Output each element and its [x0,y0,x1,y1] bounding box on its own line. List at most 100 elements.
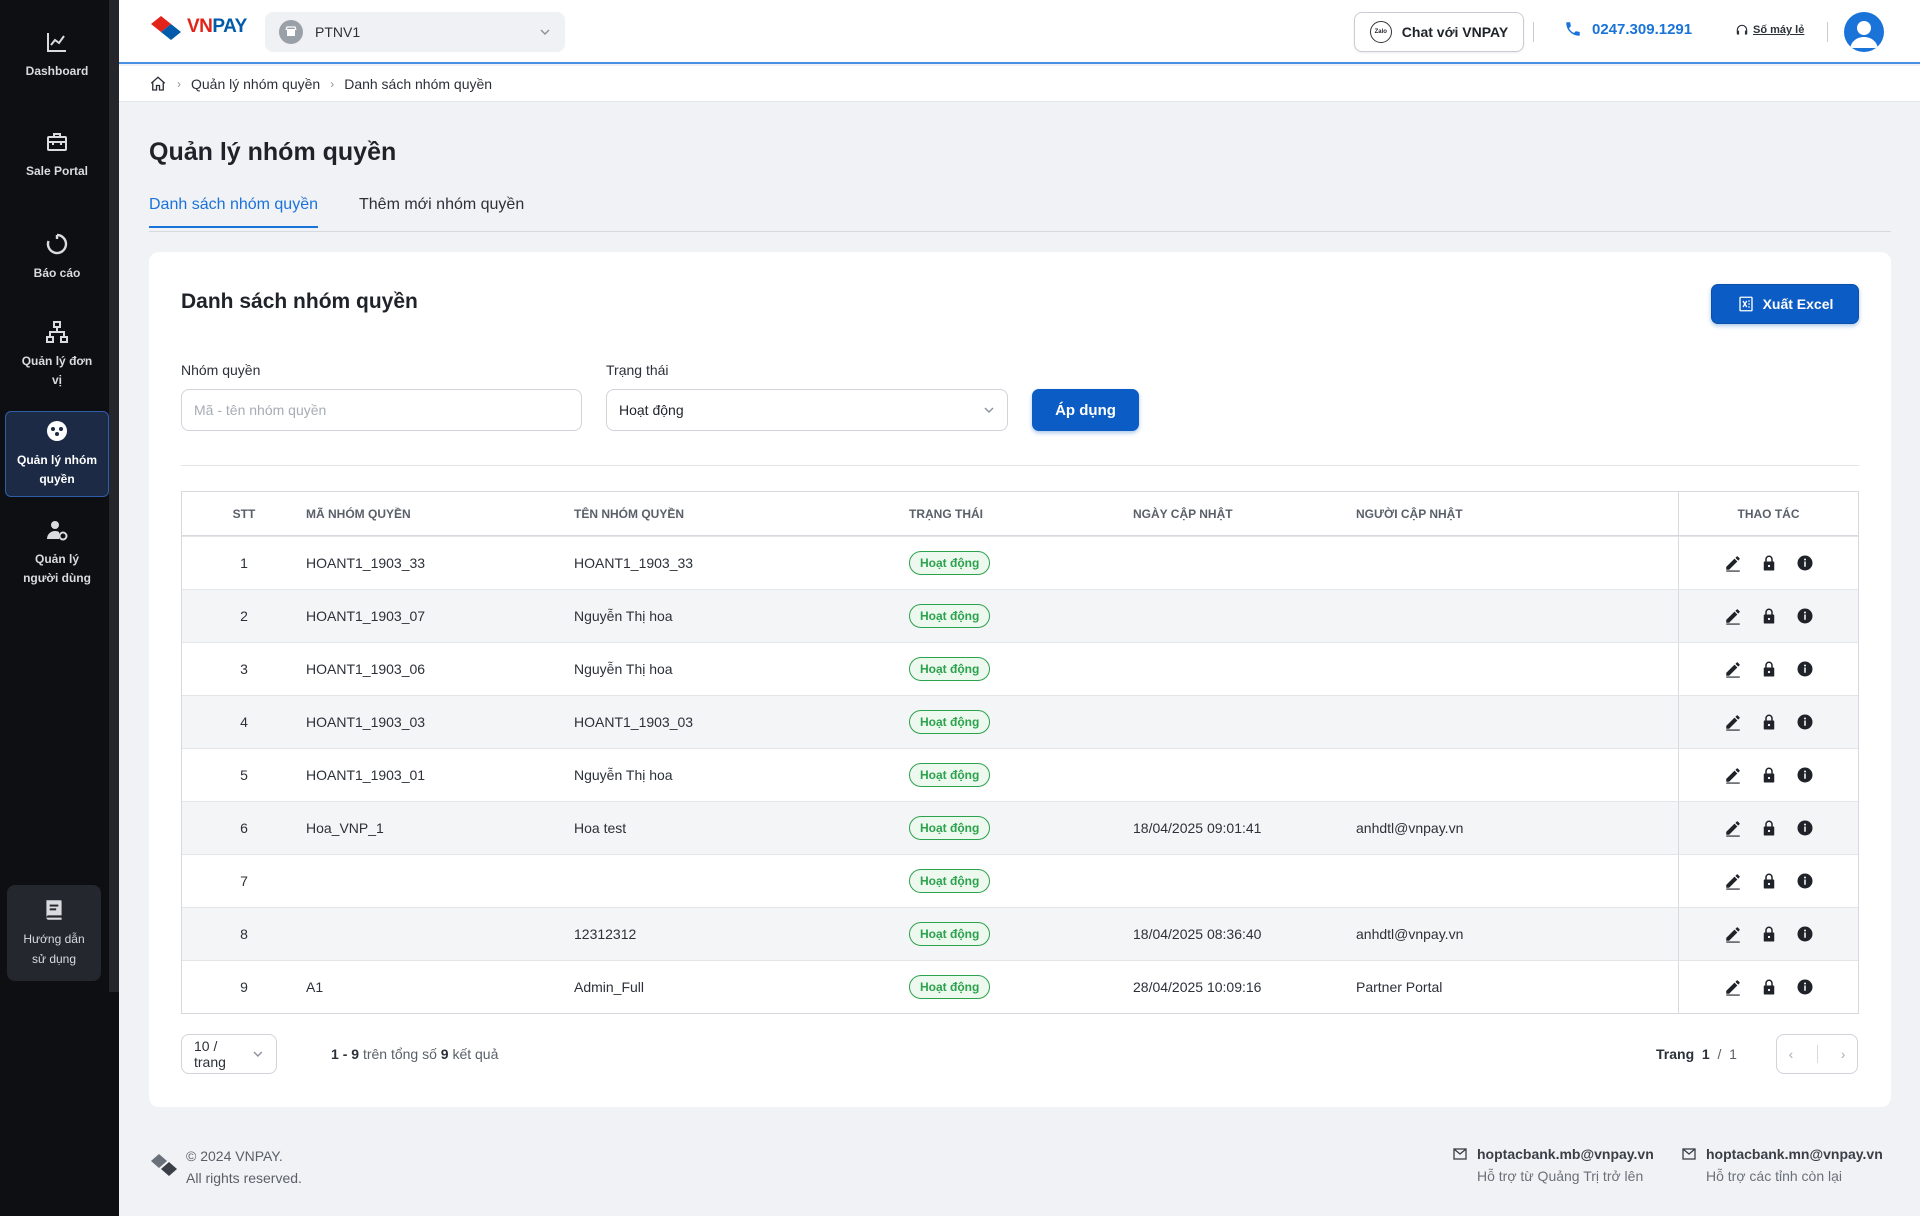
cell-group-code: HOANT1_1903_33 [306,555,426,571]
chat-vnpay-button[interactable]: Zalo Chat với VNPAY [1354,12,1524,52]
sidebar-item-permission-groups[interactable]: Quản lý nhóm quyền [5,411,109,497]
cell-status: Hoạt động [909,551,1133,575]
cell-updated-by: Partner Portal [1356,979,1443,995]
result-summary: 1 - 9 trên tổng số 9 kết quả [331,1046,499,1062]
contact-description: Hỗ trợ các tỉnh còn lại [1706,1168,1843,1184]
edit-icon[interactable] [1724,766,1742,784]
prev-page-button[interactable]: ‹ [1789,1046,1794,1062]
merchant-select[interactable]: PTNV1 [265,12,565,52]
cell-stt: 3 [240,661,248,677]
lock-icon[interactable] [1760,925,1778,943]
result-total: 9 [440,1046,449,1062]
edit-icon[interactable] [1724,607,1742,625]
cell-group-code: HOANT1_1903_07 [306,608,426,624]
edit-icon[interactable] [1724,819,1742,837]
cell-actions [1678,961,1858,1013]
hotline-link[interactable]: 0247.309.1291 [1564,20,1692,38]
cell-actions [1678,855,1858,907]
sidebar-scrollbar[interactable] [109,0,119,992]
total-pages: 1 [1729,1046,1737,1062]
info-icon[interactable] [1796,660,1814,678]
excel-icon [1738,296,1753,312]
page-size-select[interactable]: 10 / trang [181,1034,277,1074]
edit-icon[interactable] [1724,713,1742,731]
column-header-actions: THAO TÁC [1678,492,1858,535]
cell-actions [1678,908,1858,960]
mail-icon [1453,1148,1467,1160]
lock-icon[interactable] [1760,819,1778,837]
edit-icon[interactable] [1724,872,1742,890]
info-icon[interactable] [1796,978,1814,996]
cell-actions [1678,749,1858,801]
next-page-button[interactable]: › [1841,1046,1846,1062]
status-select-value: Hoạt động [619,402,684,418]
edit-icon[interactable] [1724,925,1742,943]
group-search-input[interactable] [181,389,582,431]
info-icon[interactable] [1796,872,1814,890]
header-divider [1533,22,1534,42]
report-circle-icon [46,233,68,255]
sidebar-item-users[interactable]: Quản lý người dùng [5,518,109,588]
extension-label: Số máy lẻ [1753,24,1805,36]
cell-updated-by: anhdtl@vnpay.vn [1356,820,1464,836]
home-icon[interactable] [149,75,167,93]
sidebar-item-dashboard[interactable]: Dashboard [5,30,109,81]
cell-status: Hoạt động [909,816,1133,840]
status-badge: Hoạt động [909,763,991,787]
cell-actions [1678,696,1858,748]
cell-group-name: Admin_Full [574,979,645,995]
cell-group-name: 12312312 [574,926,637,942]
status-filter-label: Trạng thái [606,362,669,378]
chevron-down-icon [253,1051,263,1057]
info-icon[interactable] [1796,766,1814,784]
contact-description: Hỗ trợ từ Quảng Trị trở lên [1477,1168,1644,1184]
table-row: 5 HOANT1_1903_01 Nguyễn Thị hoa Hoạt động [182,748,1858,801]
edit-icon[interactable] [1724,554,1742,572]
info-icon[interactable] [1796,554,1814,572]
info-icon[interactable] [1796,607,1814,625]
tab-bar: Danh sách nhóm quyền Thêm mới nhóm quyền [149,190,1891,232]
lock-icon[interactable] [1760,766,1778,784]
cell-group-code: Hoa_VNP_1 [306,820,384,836]
info-icon[interactable] [1796,819,1814,837]
sidebar-guide-button[interactable]: Hướng dẫn sử dụng [7,885,101,981]
table-row: 7 Hoạt động [182,854,1858,907]
sidebar-item-reports[interactable]: Báo cáo [5,232,109,283]
contact-north: hoptacbank.mb@vnpay.vn Hỗ trợ từ Quảng T… [1453,1143,1654,1187]
lock-icon[interactable] [1760,660,1778,678]
tab-add-permission-group[interactable]: Thêm mới nhóm quyền [359,196,524,226]
vnpay-logo[interactable]: VNPAY [149,14,247,40]
sidebar-item-label: Quản lý người dùng [23,552,91,585]
export-excel-label: Xuất Excel [1762,296,1834,312]
edit-icon[interactable] [1724,978,1742,996]
sidebar-item-sale-portal[interactable]: Sale Portal [5,130,109,181]
info-icon[interactable] [1796,925,1814,943]
edit-icon[interactable] [1724,660,1742,678]
lock-icon[interactable] [1760,607,1778,625]
cell-group-code: HOANT1_1903_03 [306,714,426,730]
lock-icon[interactable] [1760,872,1778,890]
lock-icon[interactable] [1760,978,1778,996]
export-excel-button[interactable]: Xuất Excel [1711,284,1859,324]
apply-filter-button[interactable]: Áp dụng [1032,389,1139,431]
status-badge: Hoạt động [909,710,991,734]
sidebar-item-units[interactable]: Quản lý đơn vị [5,320,109,390]
lock-icon[interactable] [1760,554,1778,572]
page-title: Quản lý nhóm quyền [149,138,397,166]
mail-icon [1682,1148,1696,1160]
rights-line: All rights reserved. [186,1170,302,1186]
cell-status: Hoạt động [909,869,1133,893]
status-select[interactable]: Hoạt động [606,389,1008,431]
extension-link[interactable]: Số máy lẻ [1735,23,1804,37]
card-title: Danh sách nhóm quyền [181,290,418,313]
tab-permission-group-list[interactable]: Danh sách nhóm quyền [149,196,318,228]
contact-email: hoptacbank.mn@vnpay.vn [1706,1146,1883,1162]
contact-email-link[interactable]: hoptacbank.mn@vnpay.vn [1682,1143,1883,1165]
breadcrumb-permission-groups[interactable]: Quản lý nhóm quyền [191,76,320,92]
user-avatar[interactable] [1844,12,1884,52]
contact-email-link[interactable]: hoptacbank.mb@vnpay.vn [1453,1143,1654,1165]
range-end: 9 [351,1046,360,1062]
status-badge: Hoạt động [909,604,991,628]
info-icon[interactable] [1796,713,1814,731]
lock-icon[interactable] [1760,713,1778,731]
